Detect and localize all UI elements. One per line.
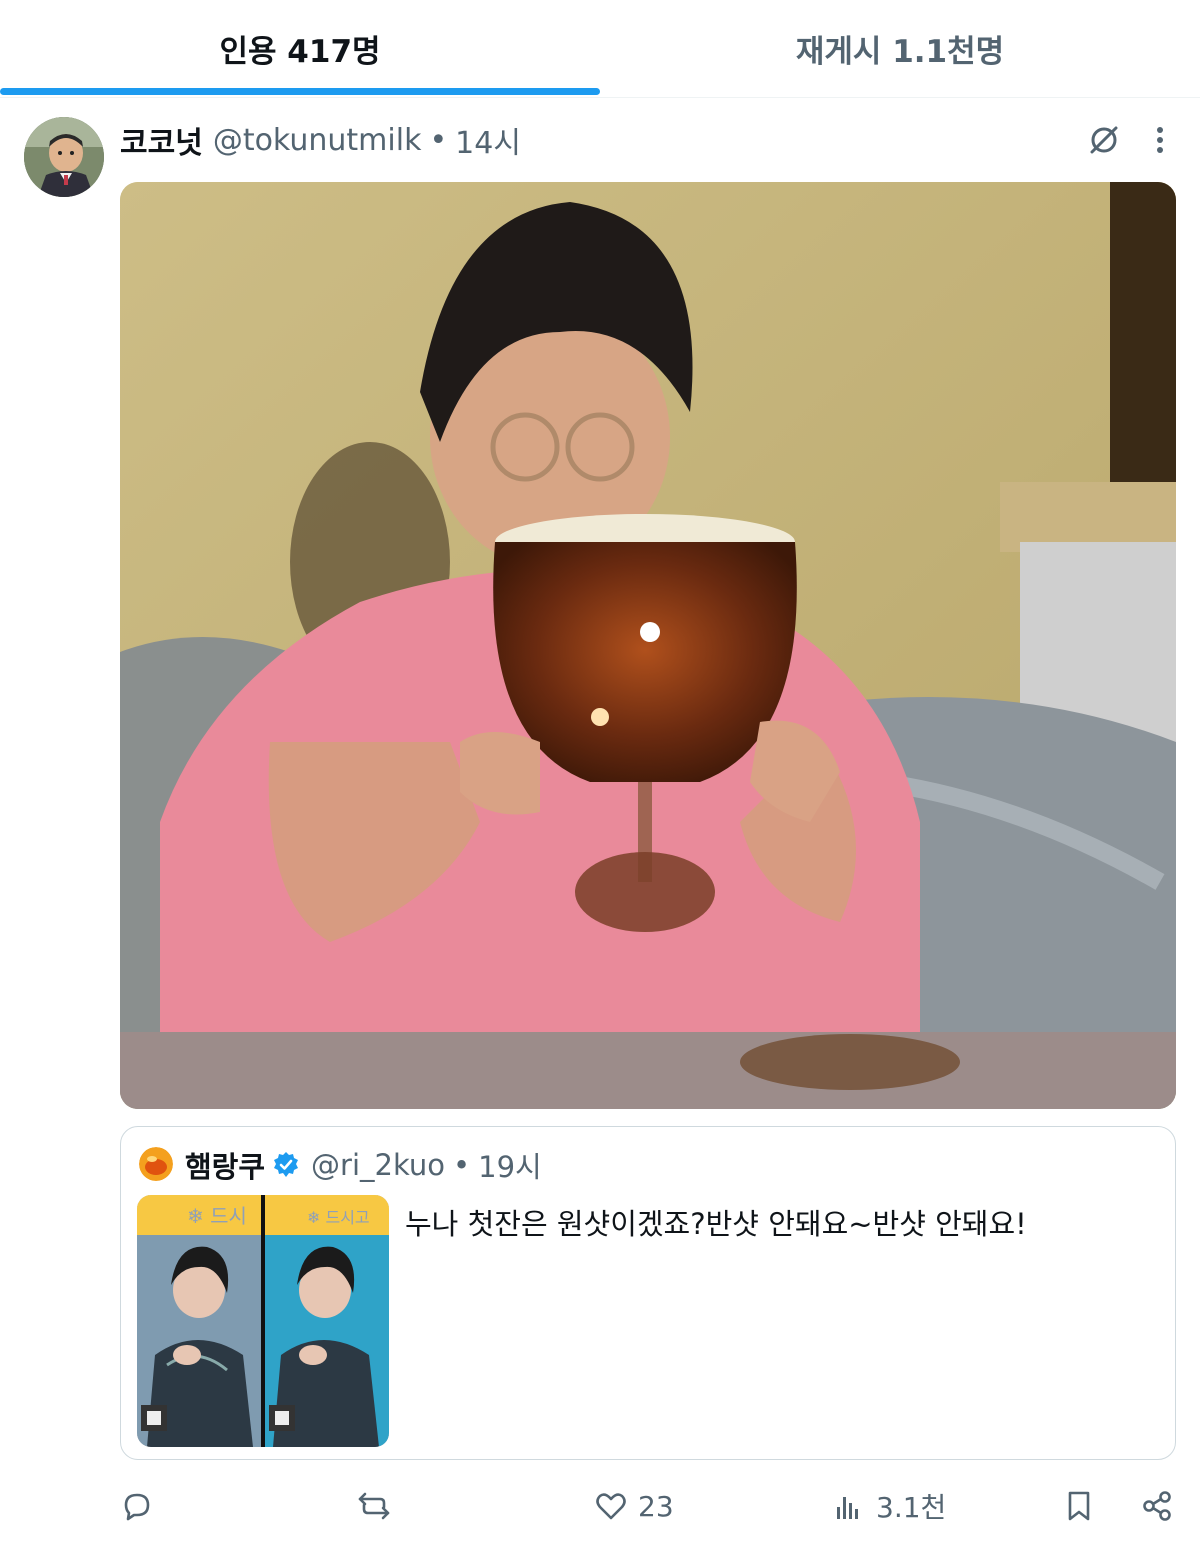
reply-icon [120,1489,154,1523]
tab-bar: 인용 417명 재게시 1.1천명 [0,0,1200,98]
views-icon [832,1489,866,1523]
author-handle[interactable]: @tokunutmilk [213,123,422,158]
quoted-image: ❄ 드시 ❄ 드시고 [137,1195,389,1447]
tweet-image[interactable] [120,182,1176,1109]
quoted-header: 햄랑쿠 @ri_2kuo • 19시 [185,1143,542,1187]
separator-dot: • [429,122,448,158]
avatar[interactable] [24,117,104,197]
like-count: 23 [638,1489,674,1523]
views-button[interactable]: 3.1천 [832,1476,946,1536]
tab-reposts[interactable]: 재게시 1.1천명 [600,0,1200,97]
repost-icon [356,1489,392,1523]
thumbnail-sign-right: ❄ 드시고 [307,1208,370,1227]
action-bar: 23 3.1천 [120,1476,1180,1536]
active-tab-indicator [0,88,600,95]
quoted-avatar[interactable] [139,1147,173,1181]
author-name[interactable]: 코코넛 [120,118,203,162]
grok-icon[interactable] [1082,118,1126,162]
repost-button[interactable] [356,1476,402,1536]
bookmark-button[interactable] [1062,1476,1096,1536]
tweet-header: 코코넛 @tokunutmilk • 14시 [120,118,521,162]
views-count: 3.1천 [876,1491,947,1524]
share-icon [1140,1489,1174,1523]
post-time[interactable]: 14시 [455,118,521,162]
quoted-post-time: 19시 [478,1150,542,1184]
quoted-text: 누나 첫잔은 원샷이겠죠?반샷 안돼요~반샷 안돼요! [405,1207,1027,1241]
heart-icon [594,1489,628,1523]
tab-reposts-label: 재게시 1.1천명 [795,34,1005,70]
quoted-separator-dot: • [453,1148,471,1182]
reply-button[interactable] [120,1476,164,1536]
verified-badge-icon [271,1150,301,1180]
quoted-author-name: 햄랑쿠 [185,1150,266,1184]
more-options-icon[interactable] [1142,118,1178,162]
quoted-tweet[interactable]: 햄랑쿠 @ri_2kuo • 19시 ❄ 드시 ❄ 드시고 누나 첫잔은 원샷이… [120,1126,1176,1460]
quoted-author-handle: @ri_2kuo [311,1148,446,1182]
thumbnail-sign-left: ❄ 드시 [187,1204,247,1228]
tab-quotes[interactable]: 인용 417명 [0,0,600,97]
like-button[interactable]: 23 [594,1476,674,1536]
share-button[interactable] [1140,1476,1174,1536]
bookmark-icon [1062,1489,1096,1523]
tab-quotes-label: 인용 417명 [219,34,381,70]
